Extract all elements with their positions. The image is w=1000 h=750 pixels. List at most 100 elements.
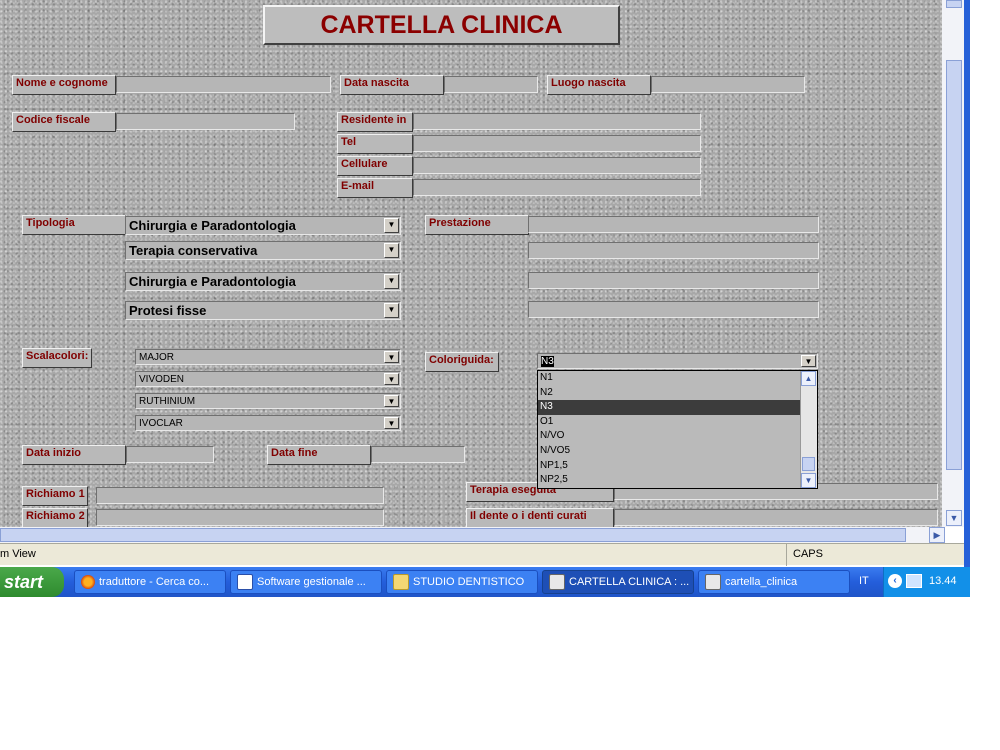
task-label: Software gestionale ...	[257, 576, 366, 588]
tipologia-value: Terapia conservativa	[129, 243, 258, 258]
form-area: CARTELLA CLINICA Nome e cognome Data nas…	[0, 0, 942, 527]
prestazione-field-1[interactable]	[528, 216, 819, 233]
dropdown-arrow-icon[interactable]: ▼	[801, 355, 816, 367]
task-label: traduttore - Cerca co...	[99, 576, 210, 588]
dropdown-arrow-icon[interactable]: ▼	[384, 395, 399, 407]
caps-indicator: CAPS	[793, 548, 823, 560]
scroll-down-icon[interactable]: ▼	[801, 473, 816, 488]
prestazione-field-4[interactable]	[528, 301, 819, 318]
label-data-fine: Data fine	[267, 445, 371, 465]
label-tel: Tel	[337, 134, 413, 154]
scalacolori-value: VIVODEN	[139, 374, 185, 385]
start-label: start	[4, 572, 44, 592]
window-vertical-scrollbar[interactable]: ▼	[942, 0, 964, 527]
status-bar: m View CAPS	[0, 543, 966, 566]
prestazione-field-2[interactable]	[528, 242, 819, 259]
coloriguida-dropdown-list[interactable]: N1 N2 N3 O1 N/VO N/VO5 NP1,5 NP2,5 ▲ ▼	[537, 370, 818, 489]
dropdown-option[interactable]: NP1,5	[538, 459, 817, 474]
label-coloriguida: Coloriguida:	[425, 352, 499, 372]
label-dente: Il dente o i denti curati	[466, 508, 614, 527]
label-tipologia: Tipologia	[22, 215, 126, 235]
form-title: CARTELLA CLINICA	[263, 5, 620, 45]
scroll-up-icon[interactable]: ▲	[801, 371, 816, 386]
task-label: STUDIO DENTISTICO	[413, 576, 525, 588]
coloriguida-value: N3	[541, 356, 554, 367]
taskbar-button-cartella-table[interactable]: cartella_clinica	[698, 570, 850, 594]
tipologia-select-4[interactable]: Protesi fisse ▼	[125, 301, 401, 320]
scroll-thumb[interactable]	[0, 528, 906, 542]
scalacolori-select-4[interactable]: IVOCLAR ▼	[135, 415, 401, 431]
scalacolori-select-2[interactable]: VIVODEN ▼	[135, 371, 401, 387]
dropdown-arrow-icon[interactable]: ▼	[384, 243, 399, 258]
network-icon[interactable]	[906, 574, 922, 588]
dropdown-option-selected[interactable]: N3	[538, 400, 817, 415]
label-email: E-mail	[337, 178, 413, 198]
scroll-thumb[interactable]	[802, 457, 815, 471]
nome-cognome-field[interactable]	[116, 76, 331, 93]
tray-expand-icon[interactable]: ‹	[888, 574, 902, 588]
scalacolori-value: IVOCLAR	[139, 418, 183, 429]
scalacolori-select-1[interactable]: MAJOR ▼	[135, 349, 401, 365]
window-horizontal-scrollbar[interactable]: ▶	[0, 527, 945, 543]
tipologia-select-1[interactable]: Chirurgia e Paradontologia ▼	[125, 216, 401, 235]
start-button[interactable]: start	[0, 567, 64, 597]
dropdown-option[interactable]: NP2,5	[538, 473, 817, 488]
scalacolori-select-3[interactable]: RUTHINIUM ▼	[135, 393, 401, 409]
email-field[interactable]	[413, 179, 701, 196]
label-codice-fiscale: Codice fiscale	[12, 112, 116, 132]
task-label: cartella_clinica	[725, 576, 798, 588]
cellulare-field[interactable]	[413, 157, 701, 174]
dropdown-option[interactable]: N/VO5	[538, 444, 817, 459]
access-form-icon	[549, 574, 565, 591]
dropdown-option[interactable]: N1	[538, 371, 817, 386]
scalacolori-value: MAJOR	[139, 352, 174, 363]
label-richiamo-2: Richiamo 2	[22, 508, 88, 527]
scalacolori-value: RUTHINIUM	[139, 396, 196, 407]
richiamo-2-field[interactable]	[96, 509, 384, 526]
tipologia-select-2[interactable]: Terapia conservativa ▼	[125, 241, 401, 260]
dropdown-arrow-icon[interactable]: ▼	[384, 274, 399, 289]
dropdown-option[interactable]: N/VO	[538, 429, 817, 444]
data-fine-field[interactable]	[371, 446, 465, 463]
scroll-thumb[interactable]	[946, 0, 962, 8]
taskbar-button-cartella-form[interactable]: CARTELLA CLINICA : ...	[542, 570, 694, 594]
dropdown-scrollbar[interactable]: ▲ ▼	[800, 371, 817, 488]
taskbar-button-folder[interactable]: STUDIO DENTISTICO	[386, 570, 538, 594]
tel-field[interactable]	[413, 135, 701, 152]
dropdown-arrow-icon[interactable]: ▼	[384, 351, 399, 363]
language-indicator[interactable]: IT	[859, 575, 869, 587]
tipologia-value: Chirurgia e Paradontologia	[129, 218, 296, 233]
dropdown-arrow-icon[interactable]: ▼	[384, 373, 399, 385]
prestazione-field-3[interactable]	[528, 272, 819, 289]
taskbar-button-traduttore[interactable]: traduttore - Cerca co...	[74, 570, 226, 594]
luogo-nascita-field[interactable]	[651, 76, 805, 93]
codice-fiscale-field[interactable]	[116, 113, 295, 130]
dropdown-arrow-icon[interactable]: ▼	[384, 303, 399, 318]
scroll-down-icon[interactable]: ▼	[946, 510, 962, 526]
label-scalacolori: Scalacolori:	[22, 348, 92, 368]
richiamo-1-field[interactable]	[96, 487, 384, 504]
label-prestazione: Prestazione	[425, 215, 529, 235]
status-text: m View	[0, 548, 36, 560]
dropdown-arrow-icon[interactable]: ▼	[384, 218, 399, 233]
taskbar-button-word[interactable]: Software gestionale ...	[230, 570, 382, 594]
data-inizio-field[interactable]	[126, 446, 214, 463]
coloriguida-select[interactable]: N3 ▼	[537, 353, 818, 369]
data-nascita-field[interactable]	[444, 76, 538, 93]
clock[interactable]: 13.44	[929, 575, 957, 587]
tipologia-value: Chirurgia e Paradontologia	[129, 274, 296, 289]
label-nome-cognome: Nome e cognome	[12, 75, 116, 95]
label-data-inizio: Data inizio	[22, 445, 126, 465]
dropdown-option[interactable]: N2	[538, 386, 817, 401]
system-tray: ‹ 13.44	[883, 567, 970, 597]
scroll-thumb[interactable]	[946, 60, 962, 470]
label-luogo-nascita: Luogo nascita	[547, 75, 651, 95]
residente-field[interactable]	[413, 113, 701, 130]
scroll-right-icon[interactable]: ▶	[929, 527, 945, 543]
dropdown-arrow-icon[interactable]: ▼	[384, 417, 399, 429]
tipologia-select-3[interactable]: Chirurgia e Paradontologia ▼	[125, 272, 401, 291]
folder-icon	[393, 574, 409, 591]
access-table-icon	[705, 574, 721, 591]
dropdown-option[interactable]: O1	[538, 415, 817, 430]
dente-field[interactable]	[614, 509, 938, 526]
